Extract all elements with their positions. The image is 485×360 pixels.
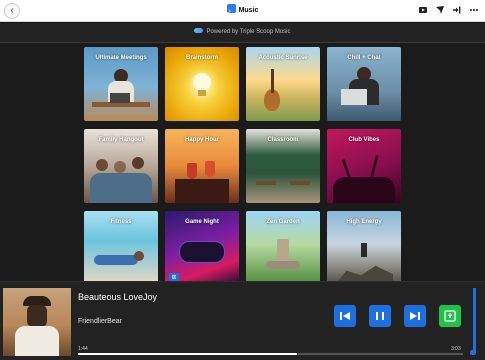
person-head-shape (134, 251, 144, 261)
tile-label: Classroom (267, 137, 299, 143)
guitar-neck-shape (271, 69, 274, 93)
elapsed-time: 1:44 (78, 346, 88, 352)
progress-bar[interactable] (78, 353, 463, 355)
volume-icon[interactable] (470, 350, 476, 355)
playlist-tile-ultimate-meetings[interactable]: Ultimate Meetings (84, 47, 158, 121)
tile-label: Zen Garden (266, 219, 300, 225)
playlist-grid: Ultimate Meetings Brainstorm Acoustic Su… (84, 47, 402, 285)
drink-glass-shape (205, 161, 215, 177)
playlist-tile-brainstorm[interactable]: Brainstorm (165, 47, 239, 121)
raised-arm-shape (370, 154, 379, 178)
pause-icon (376, 312, 384, 320)
tile-label: Fitness (110, 219, 132, 225)
tile-label: Club Vibes (348, 137, 380, 143)
window-title: Music (0, 0, 485, 23)
track-title: Beauteous LoveJoy (78, 292, 158, 302)
crowd-shape (333, 177, 395, 203)
person-head-shape (114, 161, 126, 173)
tile-label: Acoustic Sunrise (258, 55, 308, 61)
duration-time: 3:03 (451, 346, 461, 352)
playlist-tile-family-hangout[interactable]: Family Hangout (84, 129, 158, 203)
player-bar: Beauteous LoveJoy FriendlierBear 1:44 3:… (0, 281, 485, 360)
desk-shape (256, 181, 276, 185)
tile-label: High Energy (346, 219, 382, 225)
bearded-face-shape (27, 305, 47, 327)
playlist-tile-high-energy[interactable]: High Energy (327, 211, 401, 285)
volume-slider[interactable] (473, 288, 476, 352)
previous-icon (340, 312, 350, 320)
window-title-text: Music (238, 7, 259, 14)
share-icon (444, 310, 456, 322)
tile-label: Brainstorm (185, 55, 218, 61)
album-art (3, 288, 71, 356)
toolbar-icons (418, 5, 479, 15)
music-app: ‹ Music Powered by Triple Scoop Music (0, 0, 485, 360)
progress-fill (78, 353, 298, 355)
lightbulb-icon (193, 73, 211, 91)
game-controller-icon (179, 241, 225, 263)
tile-label: Family Hangout (98, 137, 144, 143)
pause-button[interactable] (369, 305, 391, 327)
track-artist: FriendlierBear (78, 318, 122, 325)
laptop-shape (341, 89, 367, 105)
playlist-tile-acoustic-sunrise[interactable]: Acoustic Sunrise (246, 47, 320, 121)
triple-scoop-logo-icon (194, 28, 204, 33)
desk-shape (290, 181, 310, 185)
laptop-shape (110, 93, 130, 103)
next-track-button[interactable] (404, 305, 426, 327)
playlist-tile-fitness[interactable]: Fitness (84, 211, 158, 285)
climber-shape (361, 243, 367, 257)
title-bar: ‹ Music (0, 0, 485, 23)
media-icon[interactable] (418, 5, 428, 15)
exit-icon[interactable] (452, 5, 462, 15)
previous-track-button[interactable] (334, 305, 356, 327)
hands-shape (175, 179, 229, 203)
person-head-shape (96, 159, 108, 171)
tile-label: Happy Hour (184, 137, 219, 143)
raised-arm-shape (341, 159, 352, 179)
family-group-shape (90, 173, 152, 203)
next-icon (410, 312, 420, 320)
person-body-shape (94, 255, 138, 265)
powered-by-banner: Powered by Triple Scoop Music (0, 23, 485, 43)
playlist-tile-zen-garden[interactable]: Zen Garden (246, 211, 320, 285)
share-button[interactable] (439, 305, 461, 327)
drink-glass-shape (187, 163, 197, 179)
send-icon[interactable] (435, 5, 445, 15)
playlist-tile-classroom[interactable]: Classroom (246, 129, 320, 203)
tile-label: Ultimate Meetings (95, 55, 147, 61)
lightbulb-base-shape (198, 90, 206, 96)
person-head-shape (132, 157, 144, 169)
more-icon[interactable] (469, 5, 479, 15)
tile-label: Game Night (185, 219, 219, 225)
volume-fill (473, 288, 476, 352)
powered-by-text: Powered by Triple Scoop Music (206, 29, 291, 35)
music-app-icon (226, 1, 236, 23)
playlist-tile-happy-hour[interactable]: Happy Hour (165, 129, 239, 203)
playlist-tile-chill-chat[interactable]: Chill + Chat (327, 47, 401, 121)
playlist-tile-club-vibes[interactable]: Club Vibes (327, 129, 401, 203)
shirt-shape (15, 326, 59, 356)
fountain-basin-shape (266, 261, 300, 269)
playlist-tile-game-night[interactable]: tt Game Night (165, 211, 239, 285)
tile-label: Chill + Chat (347, 55, 381, 61)
